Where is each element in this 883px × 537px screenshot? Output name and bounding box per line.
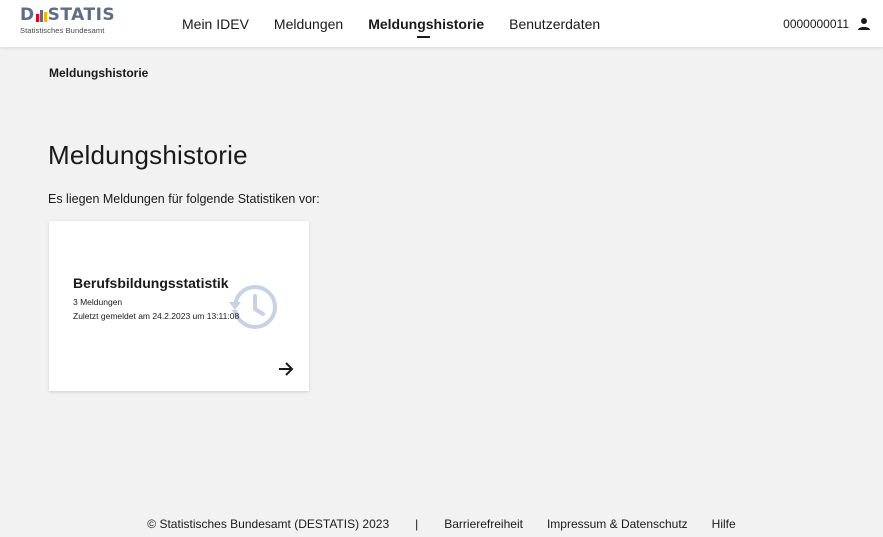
active-indicator: [417, 35, 431, 38]
logo-subtitle: Statistisches Bundesamt: [20, 26, 105, 35]
card-title: Berufsbildungsstatistik: [73, 275, 229, 291]
statistic-card[interactable]: Berufsbildungsstatistik 3 Meldungen Zule…: [49, 221, 309, 391]
footer-link-impressum[interactable]: Impressum & Datenschutz: [547, 517, 688, 531]
nav-item-meldungshistorie[interactable]: Meldungshistorie: [368, 15, 485, 38]
footer-link-hilfe[interactable]: Hilfe: [712, 517, 736, 531]
user-menu[interactable]: 0000000011: [783, 0, 871, 47]
nav-item-mein-idev[interactable]: Mein IDEV: [182, 16, 249, 32]
breadcrumb: Meldungshistorie: [49, 66, 149, 80]
footer-separator: |: [415, 517, 419, 531]
card-message-count: 3 Meldungen: [73, 297, 123, 307]
arrow-right-icon[interactable]: [278, 362, 294, 376]
destatis-logo[interactable]: D STATIS Statistisches Bundesamt: [20, 7, 120, 39]
card-last-reported: Zuletzt gemeldet am 24.2.2023 um 13:11:0…: [73, 311, 240, 321]
copyright-text: © Statistisches Bundesamt (DESTATIS) 202…: [147, 517, 390, 531]
user-id: 0000000011: [783, 16, 849, 31]
footer: © Statistisches Bundesamt (DESTATIS) 202…: [0, 514, 883, 534]
top-navigation-bar: D STATIS Statistisches Bundesamt Mein ID…: [0, 0, 883, 47]
logo-wordmark: D STATIS: [20, 7, 120, 24]
nav-item-benutzerdaten[interactable]: Benutzerdaten: [509, 16, 600, 32]
nav-item-meldungshistorie-label: Meldungshistorie: [368, 15, 485, 32]
user-icon: [858, 17, 870, 30]
main-nav: Mein IDEV Meldungen Meldungshistorie Ben…: [182, 0, 625, 47]
logo-bars-icon: [35, 10, 47, 22]
history-icon: [225, 285, 277, 329]
nav-item-meldungen[interactable]: Meldungen: [274, 16, 343, 32]
page-title: Meldungshistorie: [48, 140, 248, 170]
logo-wordmark-right: STATIS: [47, 5, 116, 25]
intro-text: Es liegen Meldungen für folgende Statist…: [48, 192, 320, 206]
footer-link-barrierefreiheit[interactable]: Barrierefreiheit: [444, 517, 523, 531]
logo-wordmark-left: D: [20, 5, 35, 25]
